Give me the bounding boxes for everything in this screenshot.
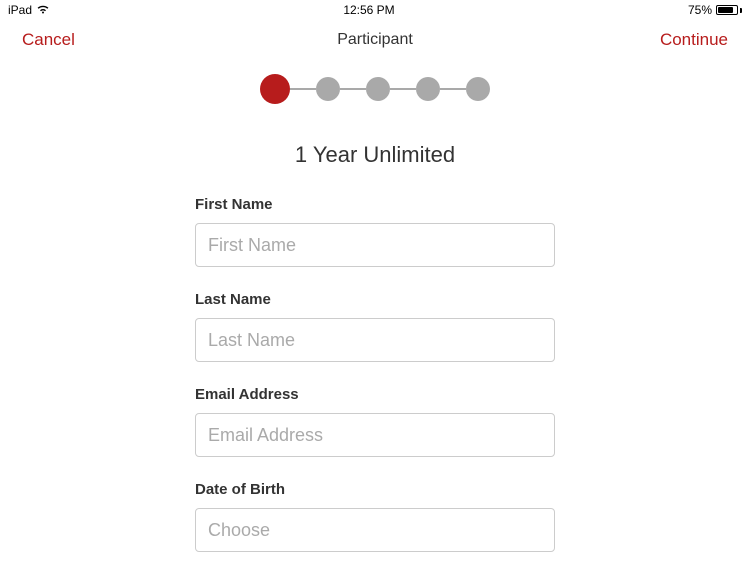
- dob-input[interactable]: [195, 508, 555, 552]
- participant-form: First Name Last Name Email Address Date …: [195, 196, 555, 552]
- step-dot-1: [260, 74, 290, 104]
- step-dot-3: [366, 77, 390, 101]
- page-title: Participant: [337, 31, 413, 49]
- step-dot-4: [416, 77, 440, 101]
- first-name-input[interactable]: [195, 223, 555, 267]
- status-time: 12:56 PM: [343, 3, 394, 17]
- first-name-field-group: First Name: [195, 196, 555, 267]
- first-name-label: First Name: [195, 196, 555, 213]
- status-right: 75%: [688, 3, 742, 17]
- dob-field-group: Date of Birth: [195, 481, 555, 552]
- nav-bar: Cancel Participant Continue: [0, 20, 750, 54]
- step-connector: [290, 88, 316, 90]
- status-left: iPad: [8, 3, 50, 17]
- status-bar: iPad 12:56 PM 75%: [0, 0, 750, 20]
- last-name-field-group: Last Name: [195, 291, 555, 362]
- cancel-button[interactable]: Cancel: [18, 26, 79, 54]
- email-label: Email Address: [195, 386, 555, 403]
- dob-label: Date of Birth: [195, 481, 555, 498]
- step-dot-5: [466, 77, 490, 101]
- last-name-input[interactable]: [195, 318, 555, 362]
- step-dot-2: [316, 77, 340, 101]
- step-connector: [440, 88, 466, 90]
- wifi-icon: [36, 3, 50, 17]
- device-label: iPad: [8, 3, 32, 17]
- subtitle: 1 Year Unlimited: [0, 142, 750, 168]
- continue-button[interactable]: Continue: [656, 26, 732, 54]
- progress-stepper: [0, 74, 750, 104]
- step-connector: [340, 88, 366, 90]
- battery-icon: [716, 5, 742, 15]
- email-field-group: Email Address: [195, 386, 555, 457]
- battery-percent: 75%: [688, 3, 712, 17]
- step-connector: [390, 88, 416, 90]
- email-input[interactable]: [195, 413, 555, 457]
- last-name-label: Last Name: [195, 291, 555, 308]
